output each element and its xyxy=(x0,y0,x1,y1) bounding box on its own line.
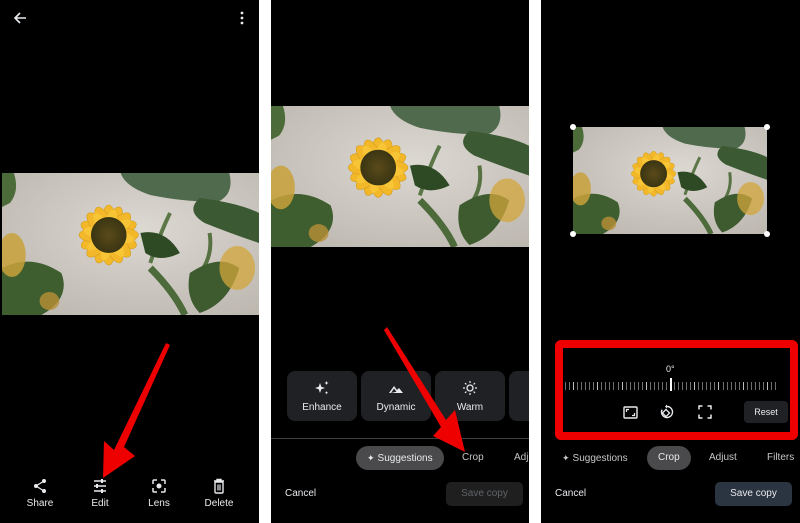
suggestion-label: Warm xyxy=(456,401,484,413)
annotation-highlight-box xyxy=(555,340,798,440)
suggestion-more[interactable] xyxy=(509,371,529,421)
suggestion-label: Dynamic xyxy=(376,401,416,413)
sparkle-icon xyxy=(315,380,329,394)
delete-button[interactable]: Delete xyxy=(191,478,247,509)
photo-preview xyxy=(271,106,529,247)
sunflower-photo xyxy=(271,106,529,247)
back-button[interactable] xyxy=(10,8,30,28)
share-label: Share xyxy=(26,498,54,509)
save-copy-button[interactable]: Save copy xyxy=(446,482,523,506)
edit-label: Edit xyxy=(91,498,109,509)
crop-handle-top-left[interactable] xyxy=(570,124,576,130)
sparkle-icon: ✦ xyxy=(562,453,570,463)
tab-label: Crop xyxy=(462,452,484,463)
edit-button[interactable]: Edit xyxy=(72,478,128,509)
share-button[interactable]: Share xyxy=(12,478,68,509)
crop-handle-top-right[interactable] xyxy=(764,124,770,130)
tab-suggestions[interactable]: ✦ Suggestions xyxy=(562,446,628,470)
tab-filters[interactable]: Filters xyxy=(767,446,794,470)
tab-label: Suggestions xyxy=(572,453,628,464)
save-copy-button[interactable]: Save copy xyxy=(715,482,792,506)
crop-handle-bottom-right[interactable] xyxy=(764,231,770,237)
editor-suggestions-panel: Enhance Dynamic Warm ✦ Suggestions Crop A… xyxy=(271,0,529,523)
tab-adjust[interactable]: Adjust xyxy=(709,446,737,470)
tune-icon xyxy=(94,479,106,493)
divider xyxy=(271,438,529,439)
editor-tabs: ✦ Suggestions Crop Adjust Filters xyxy=(541,446,800,470)
cancel-button[interactable]: Cancel xyxy=(555,488,586,499)
arrow-left-icon xyxy=(13,12,26,24)
suggestions-row: Enhance Dynamic Warm xyxy=(287,371,529,421)
tab-label: Suggestions xyxy=(377,453,433,464)
sun-icon xyxy=(463,380,477,395)
lens-label: Lens xyxy=(148,498,170,509)
lens-button[interactable]: Lens xyxy=(131,478,187,509)
suggestion-dynamic[interactable]: Dynamic xyxy=(361,371,431,421)
photo[interactable] xyxy=(2,173,259,315)
trash-icon xyxy=(214,478,224,494)
lens-icon xyxy=(152,479,166,493)
tab-label: Filters xyxy=(767,452,795,463)
editor-tabs: ✦ Suggestions Crop Adj xyxy=(271,446,529,470)
mountain-icon xyxy=(389,385,403,393)
tab-suggestions[interactable]: ✦ Suggestions xyxy=(356,446,444,470)
delete-label: Delete xyxy=(204,498,234,509)
more-vert-icon xyxy=(240,11,244,25)
tab-label: Crop xyxy=(658,452,680,463)
crop-photo[interactable] xyxy=(573,127,767,234)
editor-crop-panel: 0° Reset ✦ Suggestions Crop Adjust Filter… xyxy=(541,0,800,523)
tab-label: Adj xyxy=(514,452,529,463)
crop-handle-bottom-left[interactable] xyxy=(570,231,576,237)
photo-viewer-panel: Share Edit Lens Delete xyxy=(0,0,259,523)
cancel-button[interactable]: Cancel xyxy=(285,488,316,499)
more-options-button[interactable] xyxy=(232,8,252,28)
sunflower-photo xyxy=(2,173,259,315)
suggestion-enhance[interactable]: Enhance xyxy=(287,371,357,421)
tab-crop[interactable]: Crop xyxy=(462,446,484,470)
sparkle-icon: ✦ xyxy=(367,453,375,463)
share-icon xyxy=(34,479,46,493)
tab-adjust[interactable]: Adj xyxy=(514,446,528,470)
suggestion-warm[interactable]: Warm xyxy=(435,371,505,421)
sunflower-photo xyxy=(573,127,767,234)
tab-crop[interactable]: Crop xyxy=(647,446,691,470)
tab-label: Adjust xyxy=(709,452,737,463)
suggestion-label: Enhance xyxy=(302,401,342,413)
